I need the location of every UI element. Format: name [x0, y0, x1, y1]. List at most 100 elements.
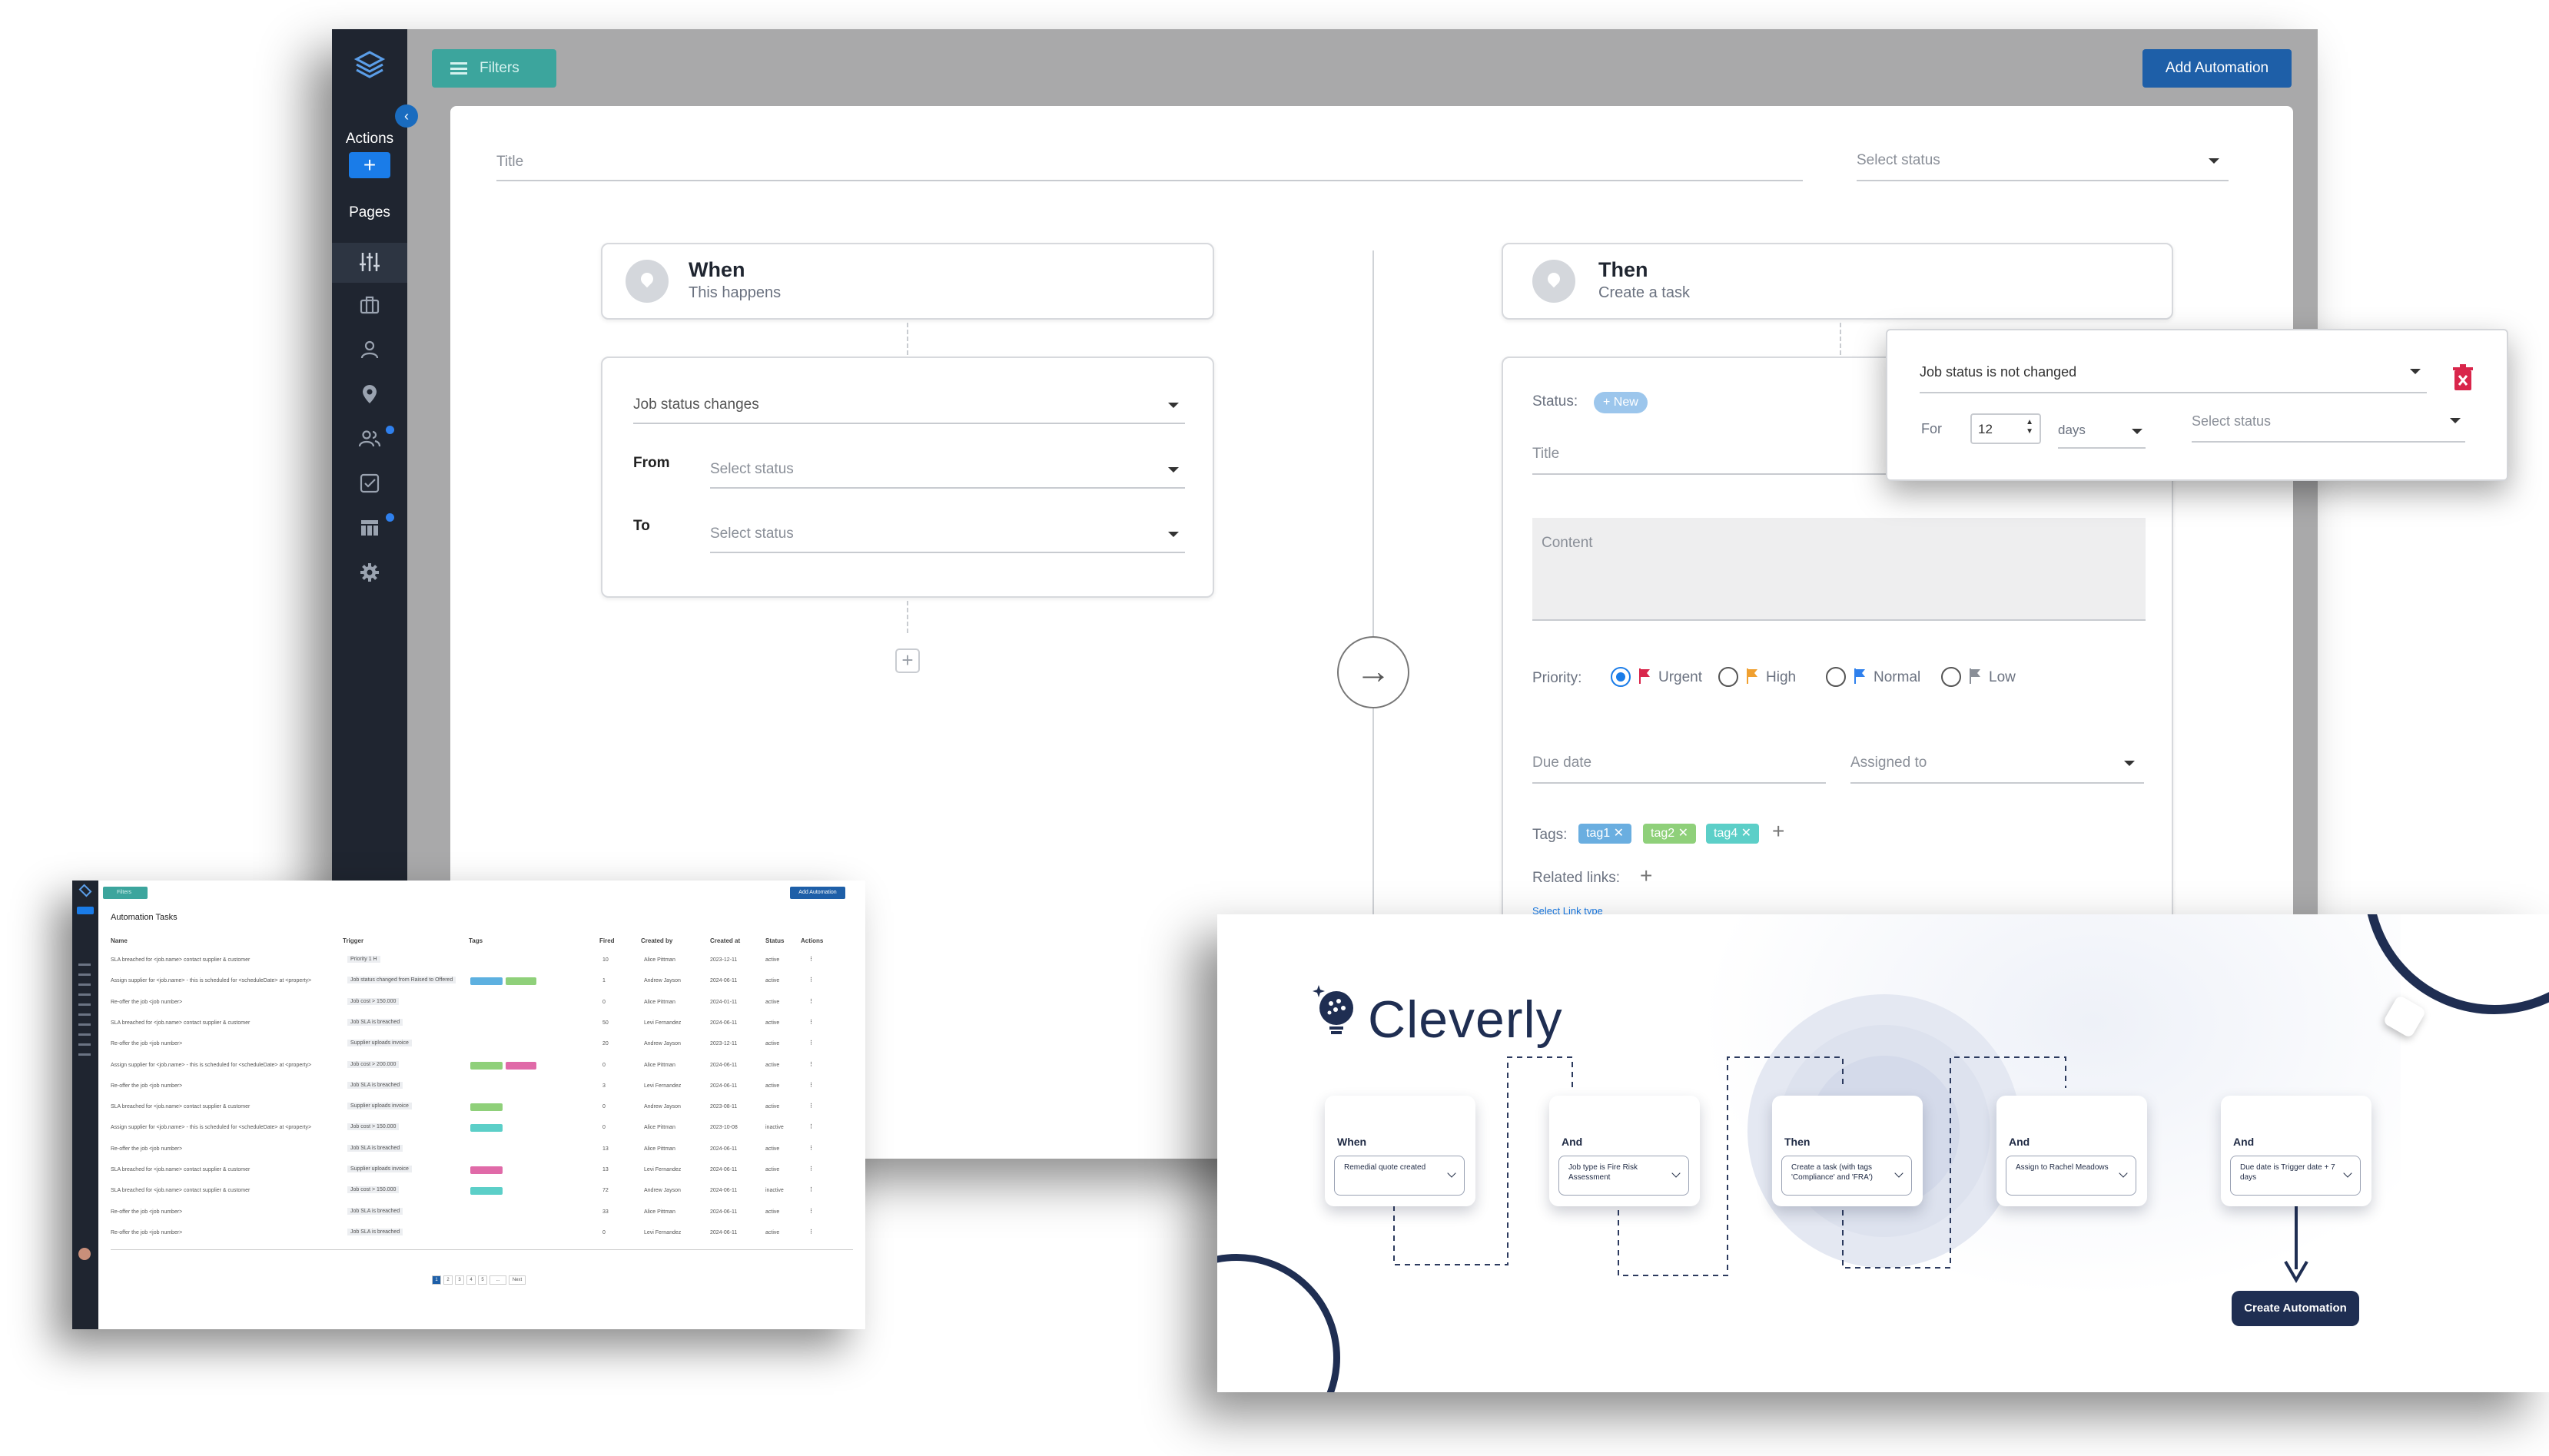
tag-chip[interactable] — [470, 1187, 503, 1196]
page-button[interactable]: 2 — [443, 1275, 453, 1285]
priority-radio[interactable] — [1826, 667, 1846, 687]
priority-option-high[interactable]: High — [1718, 667, 1811, 690]
sidebar-collapse-button[interactable]: ‹ — [395, 104, 418, 128]
row-actions-menu-icon[interactable]: ⋮ — [808, 1229, 814, 1235]
tag-chip[interactable] — [506, 1061, 536, 1070]
card-select[interactable]: Remedial quote created — [1334, 1156, 1465, 1196]
col-created-at[interactable]: Created at — [710, 937, 740, 944]
popup-status-select[interactable]: Select status — [2192, 404, 2465, 443]
tag-chip[interactable] — [470, 1124, 503, 1133]
briefcase-icon[interactable] — [358, 294, 381, 317]
priority-option-urgent[interactable]: Urgent — [1611, 667, 1718, 690]
table-row[interactable]: Re-offer the job <job number> Supplier up… — [111, 1038, 848, 1053]
page-button[interactable]: ... — [490, 1275, 506, 1285]
users-icon[interactable] — [358, 427, 381, 450]
table-row[interactable]: Re-offer the job <job number> Job cost > … — [111, 997, 848, 1012]
tag-chip[interactable]: tag1 ✕ — [1578, 824, 1631, 844]
row-actions-menu-icon[interactable]: ⋮ — [808, 1040, 814, 1046]
table-row[interactable]: Re-offer the job <job number> Job SLA is … — [111, 1206, 848, 1222]
col-created-by[interactable]: Created by — [641, 937, 672, 944]
tag-chip[interactable] — [470, 1061, 503, 1070]
avatar[interactable] — [78, 1248, 91, 1260]
assigned-to-select[interactable]: Assigned to — [1850, 744, 2144, 784]
add-condition-button[interactable]: + — [895, 648, 920, 673]
card-select[interactable]: Job type is Fire Risk Assessment — [1558, 1156, 1689, 1196]
row-actions-menu-icon[interactable]: ⋮ — [808, 998, 814, 1004]
condition-select[interactable]: Job status is not changed — [1920, 352, 2427, 393]
page-button[interactable]: 4 — [466, 1275, 476, 1285]
priority-radio[interactable] — [1718, 667, 1738, 687]
create-automation-button[interactable]: Create Automation — [2232, 1291, 2359, 1326]
row-actions-menu-icon[interactable]: ⋮ — [808, 1145, 814, 1151]
page-button[interactable]: 5 — [478, 1275, 487, 1285]
row-actions-menu-icon[interactable]: ⋮ — [808, 1103, 814, 1109]
table-row[interactable]: Assign supplier for <job.name> - this is… — [111, 1122, 848, 1137]
task-content-textarea[interactable]: Content — [1532, 518, 2146, 621]
table-row[interactable]: SLA breached for <job.name> contact supp… — [111, 1101, 848, 1116]
to-status-select[interactable]: Select status — [710, 507, 1185, 553]
due-date-input[interactable]: Due date — [1532, 744, 1826, 784]
trigger-select[interactable]: Job status changes — [633, 376, 1185, 424]
sliders-icon[interactable] — [358, 250, 381, 274]
page-button[interactable]: Next — [509, 1275, 526, 1285]
table-row[interactable]: SLA breached for <job.name> contact supp… — [111, 1164, 848, 1179]
table-row[interactable]: SLA breached for <job.name> contact supp… — [111, 1017, 848, 1033]
layers-logo-icon[interactable] — [350, 46, 389, 85]
priority-radio-selected[interactable] — [1611, 667, 1631, 687]
row-actions-menu-icon[interactable]: ⋮ — [808, 1061, 814, 1067]
add-tag-button[interactable]: + — [1772, 819, 1784, 844]
table-row[interactable]: Assign supplier for <job.name> - this is… — [111, 975, 848, 990]
row-actions-menu-icon[interactable]: ⋮ — [808, 1166, 814, 1172]
close-icon[interactable]: ✕ — [1614, 827, 1624, 840]
filters-button[interactable]: Filters — [432, 49, 556, 88]
row-actions-menu-icon[interactable]: ⋮ — [808, 1019, 814, 1025]
row-actions-menu-icon[interactable]: ⋮ — [808, 1082, 814, 1088]
user-icon[interactable] — [358, 338, 381, 361]
priority-radio[interactable] — [1941, 667, 1961, 687]
trash-icon[interactable] — [2451, 364, 2474, 392]
add-link-button[interactable]: + — [1640, 864, 1652, 888]
from-status-select[interactable]: Select status — [710, 443, 1185, 489]
for-number-stepper[interactable]: 12 ▲ ▼ — [1970, 413, 2041, 444]
row-actions-menu-icon[interactable]: ⋮ — [808, 956, 814, 962]
add-automation-button[interactable]: Add Automation — [790, 887, 845, 899]
automation-title-input[interactable]: Title — [496, 148, 1803, 181]
page-button[interactable]: 1 — [432, 1275, 441, 1285]
automation-status-select[interactable]: Select status — [1857, 148, 2229, 181]
tag-chip[interactable]: tag2 ✕ — [1643, 824, 1696, 844]
card-select[interactable]: Assign to Rachel Meadows — [2006, 1156, 2136, 1196]
col-fired[interactable]: Fired — [599, 937, 615, 944]
add-automation-button[interactable]: Add Automation — [2142, 49, 2292, 88]
row-actions-menu-icon[interactable]: ⋮ — [808, 977, 814, 983]
close-icon[interactable]: ✕ — [1741, 827, 1751, 840]
checkbox-icon[interactable] — [358, 472, 381, 495]
filters-button[interactable]: Filters — [103, 887, 148, 899]
table-row[interactable]: Assign supplier for <job.name> - this is… — [111, 1060, 848, 1075]
row-actions-menu-icon[interactable]: ⋮ — [808, 1208, 814, 1214]
card-select[interactable]: Create a task (with tags 'Compliance' an… — [1781, 1156, 1912, 1196]
table-row[interactable]: Re-offer the job <job number> Job SLA is … — [111, 1227, 848, 1242]
stepper-arrows-icon[interactable]: ▲ ▼ — [2026, 418, 2033, 436]
table-row[interactable]: Re-offer the job <job number> Job SLA is … — [111, 1080, 848, 1096]
tag-chip[interactable] — [470, 1103, 503, 1112]
add-action-button[interactable]: + — [349, 152, 390, 178]
add-action-button[interactable] — [77, 907, 94, 914]
page-button[interactable]: 3 — [455, 1275, 464, 1285]
table-row[interactable]: Re-offer the job <job number> Job SLA is … — [111, 1143, 848, 1159]
tag-chip[interactable]: tag4 ✕ — [1706, 824, 1759, 844]
table-row[interactable]: SLA breached for <job.name> contact supp… — [111, 1185, 848, 1200]
col-name[interactable]: Name — [111, 937, 128, 944]
priority-option-normal[interactable]: Normal — [1826, 667, 1933, 690]
col-trigger[interactable]: Trigger — [343, 937, 363, 944]
location-pin-icon[interactable] — [358, 383, 381, 406]
tag-chip[interactable] — [470, 977, 503, 986]
table-row[interactable]: SLA breached for <job.name> contact supp… — [111, 954, 848, 970]
table-icon[interactable] — [358, 516, 381, 539]
unit-select[interactable]: days — [2058, 413, 2146, 449]
tag-chip[interactable] — [506, 977, 536, 986]
row-actions-menu-icon[interactable]: ⋮ — [808, 1186, 814, 1192]
status-new-badge[interactable]: + New — [1594, 392, 1648, 413]
tag-chip[interactable] — [470, 1166, 503, 1174]
card-select[interactable]: Due date is Trigger date + 7 days — [2230, 1156, 2361, 1196]
gear-icon[interactable] — [358, 561, 381, 584]
